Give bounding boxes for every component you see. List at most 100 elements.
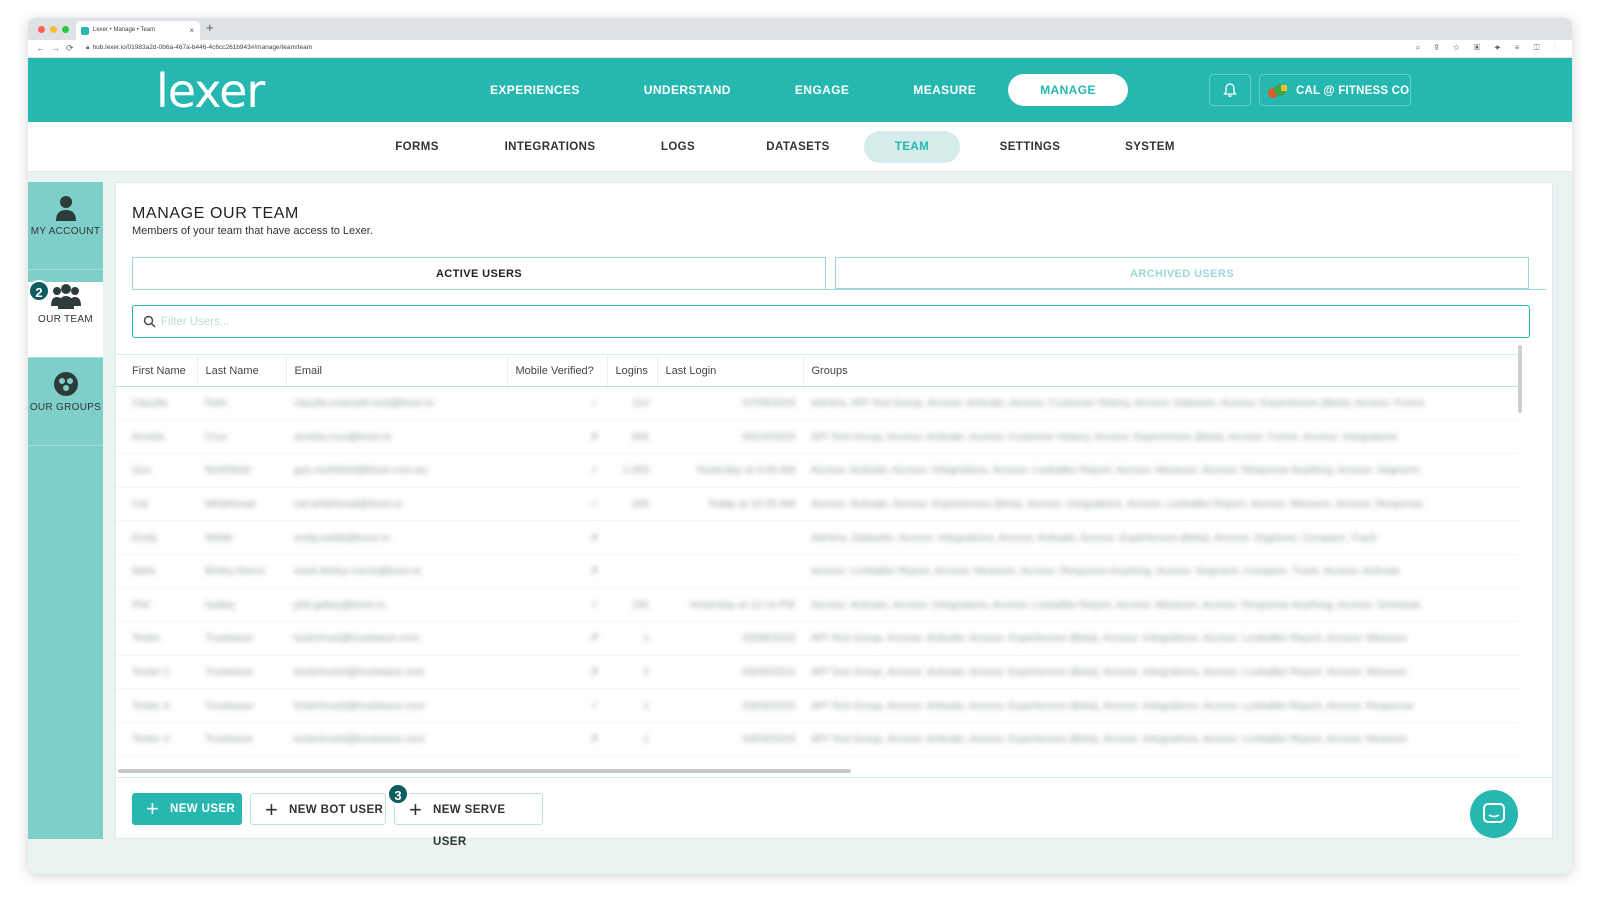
cell-mobile-verified: ✗ bbox=[507, 722, 607, 757]
column-header-last-login[interactable]: Last Login bbox=[657, 354, 804, 387]
column-header-groups[interactable]: Groups bbox=[803, 354, 1519, 387]
new-tab-button[interactable]: + bbox=[206, 20, 214, 35]
new-bot-user-button[interactable]: + NEW BOT USER bbox=[250, 793, 386, 825]
cell-first-name: Amelia bbox=[116, 420, 197, 455]
browser-nav-buttons[interactable]: ←→⟳ bbox=[36, 43, 80, 54]
nav-measure[interactable]: MEASURE bbox=[881, 74, 1008, 106]
cell-groups: Admins, API Test Group, Access: Activate… bbox=[803, 386, 1518, 421]
subnav-datasets[interactable]: DATASETS bbox=[750, 131, 846, 163]
cell-last-login bbox=[657, 554, 803, 589]
account-switcher-button[interactable]: CAL @ FITNESS CO bbox=[1259, 74, 1411, 106]
cell-last-name: Trustwave bbox=[197, 722, 286, 757]
lock-icon: 🔒︎ bbox=[86, 44, 90, 51]
close-tab-icon[interactable]: × bbox=[189, 21, 194, 40]
browser-tabbar: Lexer • Manage • Team × + bbox=[28, 18, 1572, 40]
close-window-button[interactable] bbox=[38, 26, 45, 33]
cell-mobile-verified: ✓ bbox=[507, 487, 607, 522]
lexer-logo[interactable]: lexer bbox=[156, 64, 265, 118]
sidebar-item-label: OUR GROUPS bbox=[29, 402, 102, 413]
nav-engage[interactable]: ENGAGE bbox=[763, 74, 881, 106]
tab-divider bbox=[132, 289, 1546, 290]
vertical-scrollbar[interactable] bbox=[1518, 345, 1522, 413]
column-header-last-name[interactable]: Last Name bbox=[197, 354, 287, 387]
filter-users-input[interactable] bbox=[161, 312, 1461, 332]
cell-mobile-verified: ✓ bbox=[507, 688, 607, 723]
table-row[interactable]: Cal Whitehead cal.whitehead@lexer.io ✓ 205 To… bbox=[116, 487, 1518, 522]
step-badge: 2 bbox=[28, 280, 50, 302]
cell-last-login: Yesterday at 4:05 AM bbox=[657, 453, 803, 488]
cell-first-name: Tester bbox=[116, 621, 197, 656]
browser-tab[interactable]: Lexer • Manage • Team × bbox=[76, 21, 200, 40]
notifications-button[interactable] bbox=[1209, 74, 1251, 106]
main-nav: EXPERIENCES UNDERSTAND ENGAGE MEASURE MA… bbox=[458, 74, 1128, 106]
tab-archived-users[interactable]: ARCHIVED USERS bbox=[835, 257, 1529, 289]
nav-experiences[interactable]: EXPERIENCES bbox=[458, 74, 612, 106]
cell-mobile-verified: ✗ bbox=[507, 420, 607, 455]
table-row[interactable]: Tester 4 Trustwave testertrust4@trustwave.… bbox=[116, 722, 1518, 757]
sidebar-item-our-team[interactable]: OUR TEAM 2 bbox=[28, 280, 103, 358]
table-row[interactable]: Emily Webb emily.webb@lexer.io ✗ Admins, Dat… bbox=[116, 520, 1518, 555]
cell-last-login: 07/09/2023 bbox=[657, 386, 803, 421]
column-header-first-name[interactable]: First Name bbox=[116, 354, 198, 387]
cell-mobile-verified: ✓ bbox=[507, 386, 607, 421]
cell-last-name: Northfield bbox=[197, 453, 286, 488]
cell-email: emily.webb@lexer.io bbox=[286, 520, 507, 555]
subnav-system[interactable]: SYSTEM bbox=[1114, 131, 1186, 163]
nav-understand[interactable]: UNDERSTAND bbox=[612, 74, 763, 106]
main-panel: MANAGE OUR TEAM Members of your team tha… bbox=[115, 182, 1553, 848]
horizontal-scrollbar[interactable] bbox=[118, 769, 851, 773]
subnav-forms[interactable]: FORMS bbox=[377, 131, 457, 163]
cell-last-login: 03/03/2023 bbox=[657, 722, 803, 757]
table-row[interactable]: Tester 3 Trustwave testertrust3@trustwave.… bbox=[116, 688, 1518, 723]
sidebar-item-our-groups[interactable]: OUR GROUPS bbox=[28, 370, 103, 446]
table-row[interactable]: Phil Gatley phil.gatley@lexer.io ✓ 195 Yester… bbox=[116, 588, 1518, 623]
cell-email: cal.whitehead@lexer.io bbox=[286, 487, 507, 522]
table-row[interactable]: Tester Trustwave testertrust@trustwave.com… bbox=[116, 621, 1518, 656]
cell-email: mark.binley-norris@lexer.io bbox=[286, 554, 507, 589]
plus-icon: + bbox=[146, 796, 160, 821]
cell-last-login: 03/09/2023 bbox=[657, 655, 803, 690]
sub-nav: FORMS INTEGRATIONS LOGS DATASETS TEAM SE… bbox=[28, 122, 1572, 172]
cell-last-login: 05/24/2023 bbox=[657, 420, 803, 455]
maximize-window-button[interactable] bbox=[62, 26, 69, 33]
cell-mobile-verified: ✓ bbox=[507, 588, 607, 623]
table-row[interactable]: Tester 2 Trustwave testertrust2@trustwave.… bbox=[116, 655, 1518, 690]
window-controls bbox=[38, 26, 69, 33]
nav-manage[interactable]: MANAGE bbox=[1008, 74, 1128, 106]
column-header-email[interactable]: Email bbox=[286, 354, 508, 387]
cell-first-name: Phil bbox=[116, 588, 197, 623]
column-header-mobile-verified[interactable]: Mobile Verified? bbox=[507, 354, 608, 387]
table-row[interactable]: Mark Binley-Norris mark.binley-norris@lexe… bbox=[116, 554, 1518, 589]
new-user-button[interactable]: + NEW USER bbox=[132, 793, 242, 825]
chat-support-button[interactable] bbox=[1470, 790, 1518, 838]
browser-tab-title: Lexer • Manage • Team bbox=[93, 27, 156, 33]
url-field[interactable]: 🔒︎ hub.lexer.io/01983a2d-0b6a-467a-b446-4… bbox=[86, 44, 312, 52]
subnav-logs[interactable]: LOGS bbox=[648, 131, 708, 163]
page-subtitle: Members of your team that have access to… bbox=[132, 225, 373, 237]
cell-groups: Access: Activate, Access: Integrations, … bbox=[803, 588, 1518, 623]
cell-email: testertrust2@trustwave.com bbox=[286, 655, 507, 690]
subnav-settings[interactable]: SETTINGS bbox=[986, 131, 1074, 163]
column-header-logins[interactable]: Logins bbox=[607, 354, 658, 387]
new-user-label: NEW USER bbox=[170, 803, 236, 815]
filter-users-field[interactable] bbox=[132, 305, 1530, 338]
table-row[interactable]: Gus Northfield gus.northfield@lexer.com.au… bbox=[116, 453, 1518, 488]
browser-extension-icons[interactable]: ⌕ ⇪ ☆ ▣ ✦ ≡ ◫ ⋮ bbox=[1416, 43, 1562, 53]
side-nav: MY ACCOUNT OUR TEAM 2 OUR GROUPS bbox=[28, 182, 103, 839]
cell-last-name: Whitehead bbox=[197, 487, 286, 522]
table-row[interactable]: Amelia Cruz amelia.cruz@lexer.io ✗ 306 05/24/… bbox=[116, 420, 1518, 455]
subnav-integrations[interactable]: INTEGRATIONS bbox=[494, 131, 606, 163]
address-bar: ←→⟳ 🔒︎ hub.lexer.io/01983a2d-0b6a-467a-b4… bbox=[28, 40, 1572, 58]
cell-mobile-verified: ✗ bbox=[507, 554, 607, 589]
sidebar-item-my-account[interactable]: MY ACCOUNT bbox=[28, 194, 103, 270]
sidebar-item-label: OUR TEAM bbox=[38, 314, 93, 325]
new-serve-user-button[interactable]: + NEW SERVE USER bbox=[394, 793, 543, 848]
bell-icon bbox=[1223, 83, 1237, 97]
cell-last-login: 03/03/2023 bbox=[657, 688, 803, 723]
table-row[interactable]: Claudia Park claudia.example.test@lexer.io… bbox=[116, 386, 1518, 421]
subnav-team[interactable]: TEAM bbox=[864, 131, 960, 163]
tab-active-users[interactable]: ACTIVE USERS bbox=[132, 257, 826, 289]
minimize-window-button[interactable] bbox=[50, 26, 57, 33]
cell-logins: 1 bbox=[607, 688, 657, 723]
cell-first-name: Gus bbox=[116, 453, 197, 488]
